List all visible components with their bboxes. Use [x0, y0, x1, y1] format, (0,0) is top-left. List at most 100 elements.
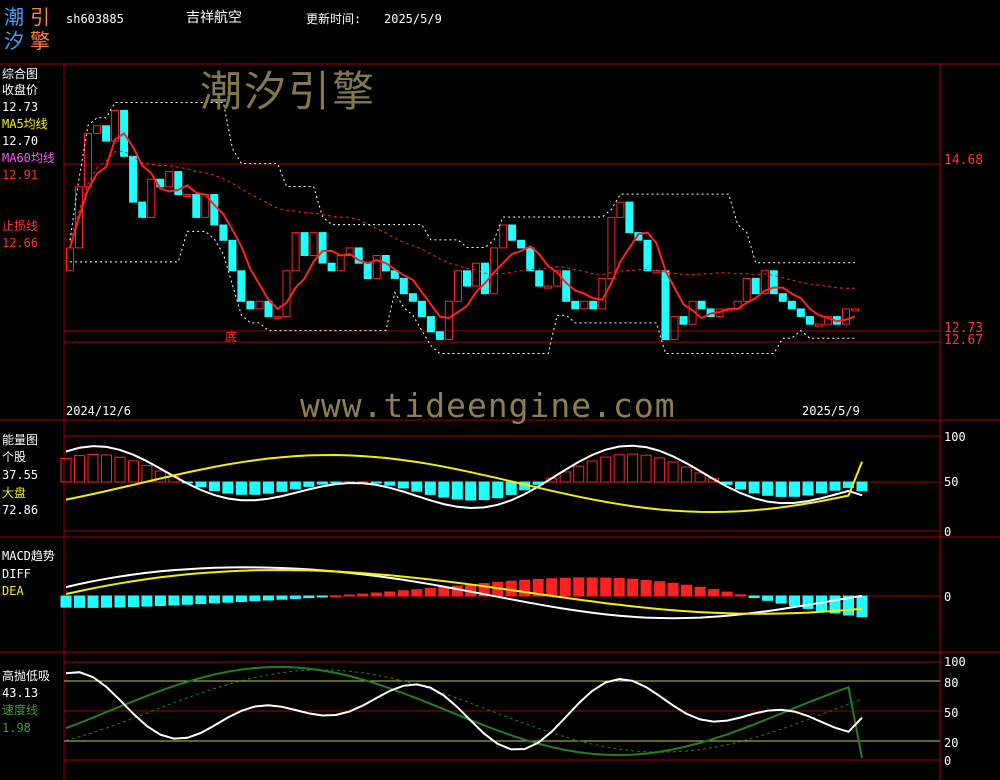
- macd-bar-21: [343, 594, 355, 597]
- energy-bar-11: [208, 481, 220, 491]
- energy-bar-46: [681, 466, 693, 483]
- start-date-label: 2024/12/6: [66, 404, 132, 418]
- hilo-axis-20: 20: [944, 736, 959, 750]
- energy-stock-line: [65, 444, 863, 510]
- energy-bar-44: [654, 457, 666, 483]
- watermark-title: 潮汐引擎: [200, 67, 377, 116]
- candle-40: [426, 316, 435, 333]
- macd-bar-14: [249, 595, 261, 602]
- candle-8: [138, 201, 147, 218]
- candle-9: [147, 178, 156, 218]
- energy-bar-17: [289, 481, 301, 490]
- macd-bar-55: [802, 595, 814, 609]
- macd-bar-27: [424, 588, 436, 597]
- macd-bar-7: [154, 595, 166, 607]
- ma60-dashed-line: [69, 150, 855, 289]
- close-label: 收盘价: [2, 83, 39, 97]
- right-label-stop: 12.67: [944, 333, 984, 348]
- candle-42: [444, 300, 453, 340]
- candle-5: [111, 110, 120, 142]
- energy-bar-19: [316, 481, 328, 485]
- candle-65: [652, 270, 661, 274]
- ma5-value: 12.70: [2, 134, 39, 148]
- candle-37: [399, 277, 408, 295]
- macd-bar-17: [289, 595, 301, 599]
- energy-bar-59: [856, 481, 868, 492]
- macd-bar-45: [667, 582, 679, 597]
- candle-48: [499, 224, 508, 249]
- macd-bar-4: [114, 595, 126, 608]
- macd-bar-36: [546, 578, 558, 597]
- energy-bar-57: [829, 481, 841, 491]
- energy-bar-13: [235, 481, 247, 495]
- energy-panel-title: 能量图: [2, 433, 39, 447]
- energy-market-label: 大盘: [2, 486, 27, 500]
- energy-bar-29: [451, 481, 463, 500]
- candle-4: [102, 125, 111, 142]
- macd-bar-3: [101, 595, 112, 608]
- energy-bar-31: [478, 481, 490, 501]
- upper-band: [69, 102, 855, 264]
- macd-bar-50: [735, 594, 747, 597]
- candle-51: [526, 247, 535, 272]
- macd-bar-43: [640, 579, 652, 597]
- energy-bar-0: [60, 457, 72, 483]
- candle-57: [580, 300, 589, 310]
- macd-bar-0: [60, 595, 72, 608]
- candle-75: [742, 277, 751, 302]
- energy-bar-37: [559, 471, 571, 483]
- candle-80: [787, 300, 796, 310]
- macd-bar-49: [721, 591, 733, 597]
- macd-bar-22: [357, 593, 369, 597]
- macd-bar-38: [573, 577, 585, 597]
- candle-50: [517, 239, 526, 249]
- candle-61: [616, 201, 625, 218]
- macd-bar-34: [519, 579, 531, 597]
- energy-bar-1: [74, 455, 85, 483]
- candle-19: [237, 270, 246, 302]
- macd-dea-label: DEA: [2, 584, 24, 598]
- candle-67: [670, 316, 679, 341]
- energy-bar-24: [384, 481, 396, 486]
- stop-value: 12.66: [2, 236, 39, 250]
- macd-bar-11: [208, 595, 220, 604]
- energy-bar-15: [262, 481, 274, 494]
- candle-60: [607, 216, 616, 279]
- energy-bar-28: [438, 481, 450, 498]
- macd-bar-53: [775, 595, 787, 604]
- macd-bar-42: [627, 578, 639, 597]
- macd-bar-39: [586, 577, 598, 597]
- candle-33: [363, 262, 372, 280]
- energy-bar-40: [600, 456, 612, 483]
- candle-21: [255, 300, 264, 310]
- macd-bar-9: [181, 595, 193, 605]
- energy-axis-0: 0: [944, 525, 952, 539]
- ma60-label: MA60均线: [2, 151, 55, 165]
- macd-diff-label: DIFF: [2, 567, 31, 581]
- macd-bar-26: [411, 589, 423, 597]
- energy-bar-14: [249, 481, 261, 495]
- candle-13: [183, 194, 192, 197]
- macd-bar-23: [370, 592, 382, 597]
- hilo-axis-50: 50: [944, 706, 959, 720]
- right-label-high: 14.68: [944, 153, 984, 168]
- energy-bar-33: [505, 481, 517, 495]
- macd-dea-line: [65, 568, 863, 615]
- candle-79: [778, 293, 787, 302]
- main-panel-title: 综合图: [2, 67, 39, 81]
- candle-49: [508, 224, 517, 241]
- candle-16: [210, 194, 219, 226]
- bottom-marker: 底: [225, 330, 238, 344]
- energy-bar-55: [802, 481, 814, 496]
- ma60-value: 12.91: [2, 168, 39, 182]
- energy-bar-50: [735, 481, 747, 490]
- macd-bar-54: [789, 595, 800, 607]
- macd-bar-6: [141, 595, 153, 607]
- candle-83: [814, 323, 823, 327]
- energy-bar-16: [276, 481, 288, 492]
- energy-bar-10: [195, 481, 207, 488]
- energy-bar-52: [762, 481, 774, 496]
- macd-bar-40: [600, 577, 612, 597]
- energy-bar-45: [667, 461, 679, 483]
- macd-bar-8: [168, 595, 180, 606]
